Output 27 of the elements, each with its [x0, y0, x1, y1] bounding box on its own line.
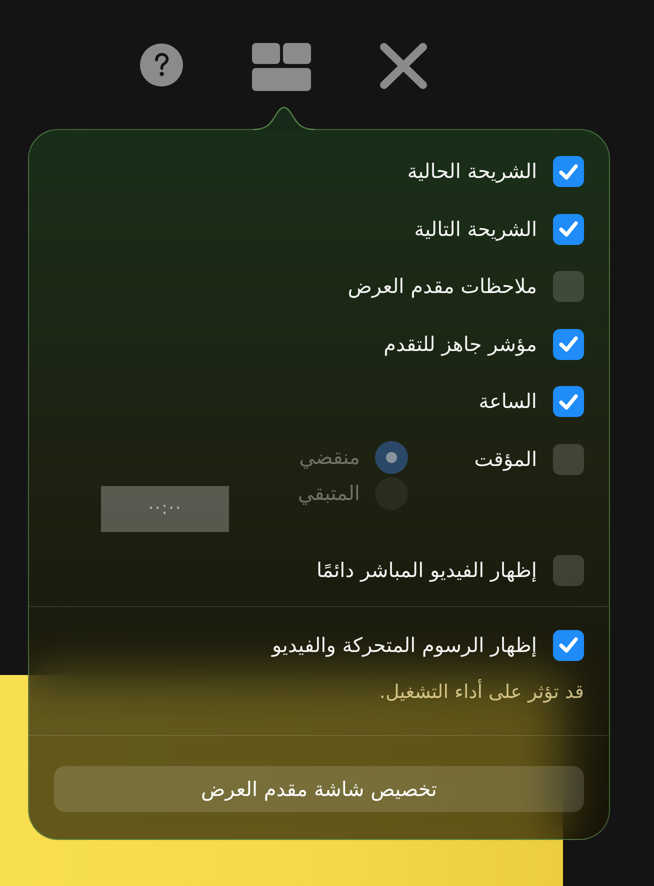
radio-label: منقضي [298, 444, 360, 471]
option-label: الشريحة الحالية [407, 158, 537, 185]
checkbox[interactable] [553, 271, 584, 302]
checkmark-icon [559, 394, 578, 410]
checkbox[interactable] [553, 386, 584, 417]
option-label: مؤشر جاهز للتقدم [384, 330, 537, 358]
option-label: ملاحظات مقدم العرض [348, 273, 537, 300]
checkbox[interactable] [553, 630, 584, 660]
layout-icon[interactable] [252, 43, 311, 91]
checkbox[interactable] [553, 214, 584, 244]
checkbox[interactable] [553, 555, 584, 586]
option-label: الشريحة التالية [414, 216, 537, 243]
customize-button[interactable]: تخصيص شاشة مقدم العرض [54, 766, 584, 812]
help-icon[interactable] [140, 43, 183, 87]
radio-label: المتبقي [296, 480, 360, 507]
option-label: إظهار الفيديو المباشر دائمًا [316, 557, 537, 584]
option-label: المؤقت [473, 446, 537, 473]
checkmark-icon [559, 164, 578, 180]
checkbox[interactable] [553, 328, 584, 360]
note-text: قد تؤثر على أداء التشغيل. [379, 680, 584, 704]
checkmark-icon [559, 637, 578, 653]
option-label: إظهار الرسوم المتحركة والفيديو [272, 632, 537, 659]
checkmark-icon [559, 336, 578, 352]
option-label: الساعة [478, 388, 537, 415]
checkmark-icon [559, 221, 578, 237]
close-icon[interactable] [380, 43, 427, 89]
checkbox[interactable] [553, 156, 584, 187]
